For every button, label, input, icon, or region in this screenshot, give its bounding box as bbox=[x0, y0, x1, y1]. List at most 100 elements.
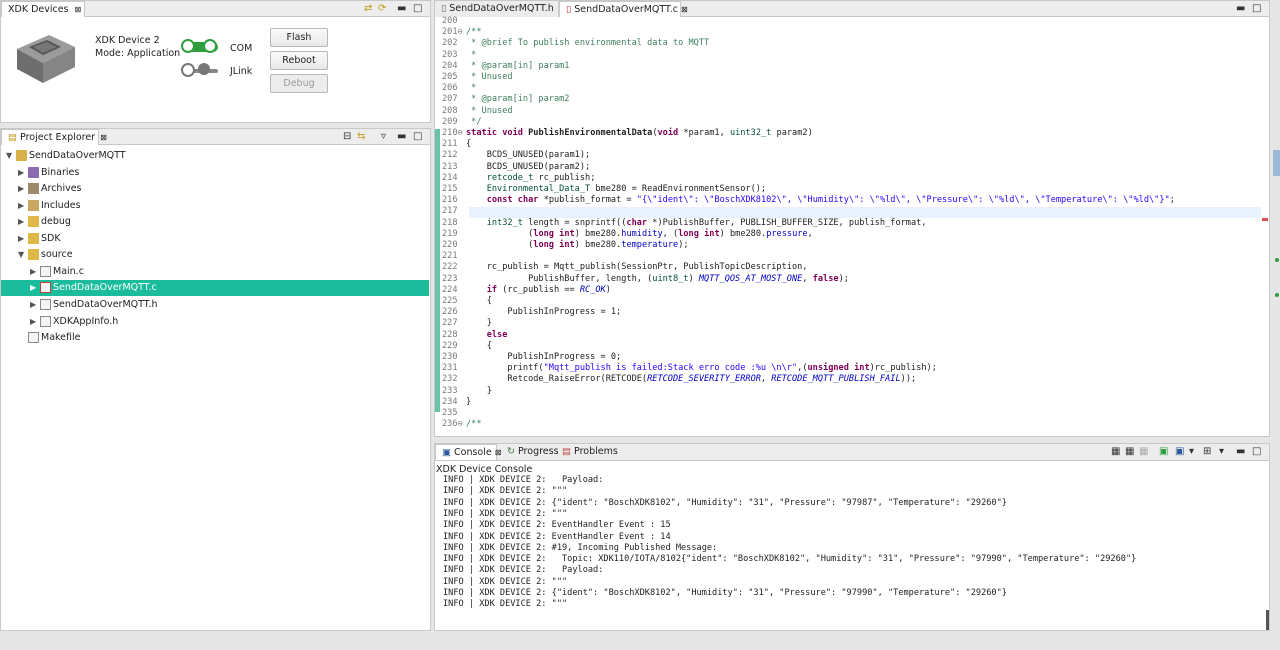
clear-console-icon[interactable]: ▦ bbox=[1111, 446, 1120, 457]
tab-progress[interactable]: ↻ Progress bbox=[501, 444, 565, 460]
scroll-lock-icon[interactable]: ▦ bbox=[1125, 446, 1134, 457]
code-text: * bbox=[466, 83, 477, 94]
maximize-icon[interactable]: □ bbox=[413, 131, 422, 142]
maximize-icon[interactable]: □ bbox=[413, 3, 422, 14]
close-icon[interactable]: ⊠ bbox=[100, 133, 107, 142]
code-line[interactable]: 230 PublishInProgress = 0; bbox=[436, 352, 621, 363]
tree-item-project[interactable]: ▼ SendDataOverMQTT bbox=[1, 148, 429, 164]
binaries-icon bbox=[28, 167, 39, 178]
com-toggle[interactable] bbox=[181, 39, 218, 53]
code-line[interactable]: 234} bbox=[436, 397, 471, 408]
code-line[interactable]: 229 { bbox=[436, 341, 492, 352]
tree-item-source[interactable]: ▼ source bbox=[1, 247, 429, 263]
line-number: 227 bbox=[442, 318, 458, 329]
code-line[interactable]: 205 * Unused bbox=[436, 72, 513, 83]
code-line[interactable]: 233 } bbox=[436, 386, 492, 397]
code-text: * @param[in] param1 bbox=[466, 60, 570, 71]
code-line[interactable]: 208 * Unused bbox=[436, 106, 513, 117]
code-line[interactable]: 217 bbox=[436, 206, 466, 217]
word-wrap-icon[interactable]: ▦ bbox=[1139, 446, 1148, 457]
code-line[interactable]: 202 * @brief To publish environmental da… bbox=[436, 38, 709, 49]
line-number: 216 bbox=[442, 195, 458, 206]
code-line[interactable]: 235 bbox=[436, 408, 466, 419]
code-line[interactable]: 207 * @param[in] param2 bbox=[436, 94, 569, 105]
tree-item-debug[interactable]: ▶ debug bbox=[1, 214, 429, 230]
maximize-icon[interactable]: □ bbox=[1252, 3, 1261, 14]
code-text: retcode_t rc_publish; bbox=[486, 172, 596, 183]
code-line[interactable]: 214 retcode_t rc_publish; bbox=[436, 173, 595, 184]
code-line[interactable]: 216 const char *publish_format = "{\"ide… bbox=[436, 195, 1175, 206]
chevron-down-icon[interactable]: ▾ bbox=[1219, 446, 1224, 457]
tab-problems[interactable]: ▤ Problems bbox=[556, 444, 624, 460]
code-line[interactable]: 212 BCDS_UNUSED(param1); bbox=[436, 150, 590, 161]
code-line[interactable]: 223 PublishBuffer, length, (uint8_t) MQT… bbox=[436, 274, 849, 285]
code-line[interactable]: 228 else bbox=[436, 330, 507, 341]
link-editor-icon[interactable]: ⇆ bbox=[357, 131, 365, 142]
collapse-all-icon[interactable]: ⊟ bbox=[343, 131, 351, 142]
code-line[interactable]: 226 PublishInProgress = 1; bbox=[436, 307, 621, 318]
tab-xdk-devices[interactable]: XDK Devices ⊠ bbox=[1, 1, 85, 17]
display-console-icon[interactable]: ▣ bbox=[1175, 446, 1184, 457]
code-line[interactable]: 213 BCDS_UNUSED(param2); bbox=[436, 162, 590, 173]
console-line: INFO | XDK DEVICE 2: EventHandler Event … bbox=[443, 531, 671, 542]
tree-item-archives[interactable]: ▶ Archives bbox=[1, 181, 429, 197]
minimize-icon[interactable]: ▬ bbox=[1236, 3, 1245, 14]
xdk-device-icon bbox=[17, 35, 75, 83]
code-line[interactable]: 209 */ bbox=[436, 117, 482, 128]
reboot-button[interactable]: Reboot bbox=[270, 51, 328, 70]
code-line[interactable]: 210⊖ static void PublishEnvironmentalData… bbox=[436, 128, 813, 139]
tree-item-binaries[interactable]: ▶ Binaries bbox=[1, 165, 429, 181]
code-line[interactable]: 211 { bbox=[436, 139, 471, 150]
open-console-icon[interactable]: ⊞ bbox=[1203, 446, 1211, 457]
close-icon[interactable]: ⊠ bbox=[75, 5, 82, 14]
chevron-down-icon[interactable]: ▾ bbox=[1189, 446, 1194, 457]
code-line[interactable]: 204 * @param[in] param1 bbox=[436, 61, 569, 72]
code-line[interactable]: 224 if (rc_publish == RC_OK) bbox=[436, 285, 611, 296]
line-number: 236⊖ bbox=[442, 419, 463, 430]
code-text: Retcode_RaiseError(RETCODE(RETCODE_SEVER… bbox=[466, 374, 917, 385]
code-line[interactable]: 236⊖/** bbox=[436, 419, 482, 430]
console-scrollbar-thumb[interactable] bbox=[1266, 610, 1269, 630]
device-name: XDK Device 2 bbox=[95, 35, 160, 46]
line-number: 233 bbox=[442, 385, 458, 396]
tab-console[interactable]: ▣ Console ⊠ bbox=[435, 444, 501, 460]
tab-project-explorer[interactable]: ▤ Project Explorer ⊠ bbox=[1, 129, 107, 145]
minimize-icon[interactable]: ▬ bbox=[397, 131, 406, 142]
link-icon[interactable]: ⇄ bbox=[364, 3, 372, 14]
tab-senddataovermqtt-h[interactable]: ▯ SendDataOverMQTT.h bbox=[435, 1, 559, 17]
tree-item-makefile[interactable]: Makefile bbox=[1, 330, 429, 346]
view-menu-icon[interactable]: ▿ bbox=[381, 131, 386, 142]
project-folder-icon bbox=[16, 150, 27, 161]
code-line[interactable]: 227 } bbox=[436, 318, 492, 329]
code-line[interactable]: 220 (long int) bme280.temperature); bbox=[436, 240, 689, 251]
minimize-icon[interactable]: ▬ bbox=[1236, 446, 1245, 457]
minimize-icon[interactable]: ▬ bbox=[397, 3, 406, 14]
project-explorer-panel: ▤ Project Explorer ⊠ ⊟ ⇆ ▿ ▬ □ ▼ SendDat… bbox=[0, 128, 431, 631]
tab-label: XDK Devices bbox=[8, 4, 69, 15]
code-line[interactable]: 225 { bbox=[436, 296, 492, 307]
tree-item-sdk[interactable]: ▶ SDK bbox=[1, 231, 429, 247]
tree-item-main-c[interactable]: ▶ Main.c bbox=[1, 264, 429, 280]
refresh-icon[interactable]: ⟳ bbox=[378, 3, 386, 14]
tree-item-includes[interactable]: ▶ Includes bbox=[1, 198, 429, 214]
maximize-icon[interactable]: □ bbox=[1252, 446, 1261, 457]
pin-console-icon[interactable]: ▣ bbox=[1159, 446, 1168, 457]
code-line[interactable]: 215 Environmental_Data_T bme280 = ReadEn… bbox=[436, 184, 766, 195]
tab-senddataovermqtt-c[interactable]: ▯ SendDataOverMQTT.c ⊠ bbox=[559, 1, 688, 17]
code-line[interactable]: 206 * bbox=[436, 83, 476, 94]
code-line[interactable]: 221 bbox=[436, 251, 466, 262]
code-line[interactable]: 218 int32_t length = snprintf((char *)Pu… bbox=[436, 218, 927, 229]
flash-button[interactable]: Flash bbox=[270, 28, 328, 47]
code-line[interactable]: 232 Retcode_RaiseError(RETCODE(RETCODE_S… bbox=[436, 374, 916, 385]
code-line[interactable]: 203 * bbox=[436, 50, 476, 61]
code-line[interactable]: 219 (long int) bme280.humidity, (long in… bbox=[436, 229, 813, 240]
code-line[interactable]: 200 bbox=[436, 16, 466, 27]
tree-item-senddataovermqtt-c[interactable]: ▶ SendDataOverMQTT.c bbox=[1, 280, 429, 296]
tree-item-senddataovermqtt-h[interactable]: ▶ SendDataOverMQTT.h bbox=[1, 297, 429, 313]
tree-item-xdkappinfo-h[interactable]: ▶ XDKAppInfo.h bbox=[1, 314, 429, 330]
jlink-toggle[interactable] bbox=[181, 63, 218, 77]
code-line[interactable]: 222 rc_publish = Mqtt_publish(SessionPtr… bbox=[436, 262, 807, 273]
close-icon[interactable]: ⊠ bbox=[681, 5, 688, 14]
code-line[interactable]: 201⊖/** bbox=[436, 27, 482, 38]
code-line[interactable]: 231 printf("Mqtt_publish is failed:Stack… bbox=[436, 363, 937, 374]
